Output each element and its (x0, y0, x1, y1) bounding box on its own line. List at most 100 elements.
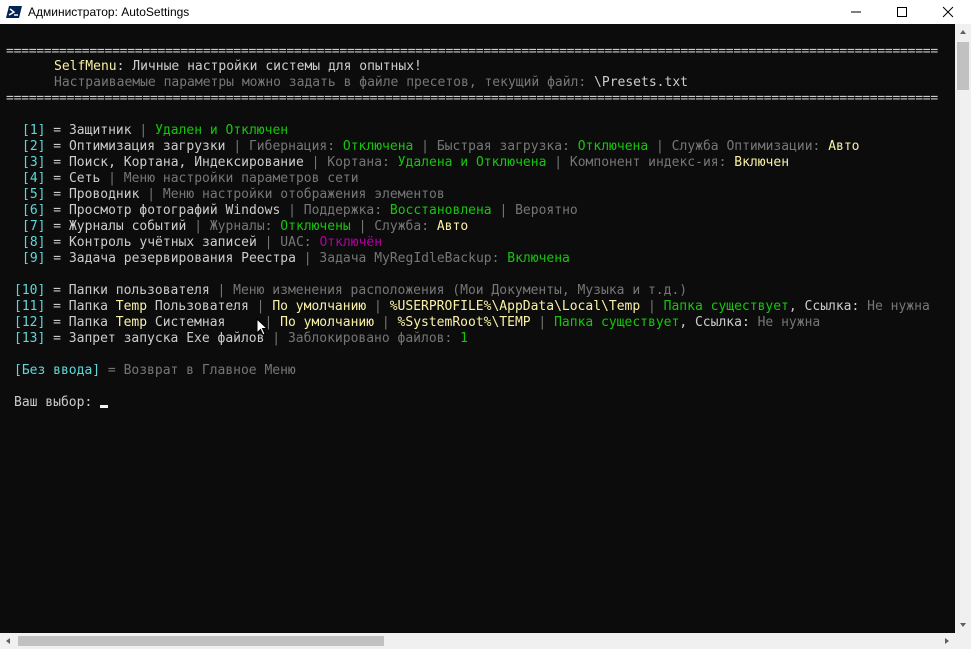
scroll-left-icon[interactable] (4, 637, 12, 645)
menu-item-2: [2] = Оптимизация загрузки | Гибернация:… (22, 139, 860, 155)
console-text-segment: | Служба Оптимизации: (648, 139, 829, 154)
scroll-right-icon[interactable] (943, 637, 951, 645)
console-text-segment: | (530, 315, 555, 330)
console-text-segment: [7] (22, 219, 46, 234)
console-text-segment: Системная (147, 315, 265, 330)
console-text-segment: [Без ввода] (14, 363, 101, 378)
console-text-segment: | (366, 299, 390, 314)
menu-item-13: [13] = Запрет запуска Exe файлов | Забло… (14, 331, 468, 347)
menu-item-1: [1] = Защитник | Удален и Отключен (22, 123, 288, 139)
menu-item-7: [7] = Журналы событий | Журналы: Отключе… (22, 219, 468, 235)
menu-item-4: [4] = Сеть | Меню настройки параметров с… (22, 171, 359, 187)
menu-item-6: [6] = Просмотр фотографий Windows | Подд… (22, 203, 578, 219)
console-text-segment: = Проводник (45, 187, 148, 202)
console-output[interactable]: ========================================… (0, 24, 955, 633)
menu-item-12: [12] = Папка Temp Системная | По умолчан… (14, 315, 820, 331)
console-text-segment: | Служба: (350, 219, 437, 234)
separator-line: ========================================… (6, 91, 938, 106)
vertical-scrollbar[interactable] (955, 24, 971, 633)
console-text-segment: Включена (507, 251, 570, 266)
back-option: [Без ввода] = Возврат в Главное Меню (14, 363, 296, 379)
console-text-segment: [5] (22, 187, 46, 202)
console-text-segment: = Папки пользователя (45, 283, 218, 298)
console-text-segment: = Журналы событий (45, 219, 195, 234)
console-text-segment: Удалена и Отключена (397, 155, 547, 170)
menu-item-5: [5] = Проводник | Меню настройки отображ… (22, 187, 445, 203)
console-text-segment: Авто (828, 139, 860, 154)
console-text-segment: , Ссылка: (679, 315, 758, 330)
console-text-segment: = Возврат в Главное Меню (100, 363, 296, 378)
console-text-segment: | Меню настройки параметров сети (108, 171, 359, 186)
console-text-segment: = Папка (45, 299, 116, 314)
selfmenu-desc: : Личные настройки системы для опытных! (116, 59, 422, 74)
powershell-icon (6, 6, 22, 18)
maximize-button[interactable] (879, 0, 925, 24)
console-text-segment: | (256, 299, 273, 314)
menu-item-9: [9] = Задача резервирования Реестра | За… (22, 251, 570, 267)
console-text-segment: | Заблокировано файлов: (272, 331, 461, 346)
prompt-label: Ваш выбор: (14, 395, 101, 410)
mouse-pointer-icon (256, 318, 268, 336)
menu-item-8: [8] = Контроль учётных записей | UAC: От… (22, 235, 382, 251)
console-text-segment: Удален и Отключен (155, 123, 289, 138)
console-text-segment: , Ссылка: (788, 299, 868, 314)
console-text-segment: %USERPROFILE%\AppData\Local\Temp (389, 299, 641, 314)
console-text-segment: Отключена (577, 139, 649, 154)
console-text-segment: Восстановлена (389, 203, 492, 218)
menu-item-11: [11] = Папка Temp Пользователя | По умол… (14, 299, 930, 315)
console-text-segment: = Задача резервирования Реестра (45, 251, 304, 266)
presets-file: \Presets.txt (594, 75, 688, 90)
maximize-icon (897, 7, 907, 17)
console-text-segment: [1] (22, 123, 46, 138)
console-text-segment: = Папка (45, 315, 116, 330)
presets-text: Настраиваемые параметры можно задать в ф… (54, 75, 595, 90)
console-text-segment: [3] (22, 155, 46, 170)
console-text-segment: | Гибернация: (233, 139, 343, 154)
window-title: Администратор: AutoSettings (28, 5, 190, 19)
console-text-segment: | Поддержка: (288, 203, 390, 218)
console-text-segment: Temp (115, 299, 148, 314)
console-text-segment: | (139, 123, 156, 138)
console-text-segment: [13] (14, 331, 46, 346)
console-text-segment: 1 (460, 331, 468, 346)
console-text-segment: Авто (436, 219, 469, 234)
menu-item-3: [3] = Поиск, Кортана, Индексирование | К… (22, 155, 789, 171)
console-text-segment: [6] (22, 203, 46, 218)
console-text-segment: По умолчанию (280, 315, 375, 330)
scrollbar-corner (955, 633, 971, 649)
console-text-segment: | UAC: (264, 235, 320, 250)
console-text-segment: [8] (22, 235, 46, 250)
scroll-down-icon[interactable] (959, 621, 967, 629)
horizontal-scroll-thumb[interactable] (18, 636, 384, 646)
horizontal-scrollbar[interactable] (0, 633, 955, 649)
console-text-segment: Отключены (280, 219, 351, 234)
console-text-segment: %SystemRoot%\TEMP (397, 315, 531, 330)
console-text-segment: = Оптимизация загрузки (45, 139, 234, 154)
header-line: SelfMenu: Личные настройки системы для о… (54, 59, 422, 75)
console-text-segment: = Сеть (45, 171, 109, 186)
menu-item-10: [10] = Папки пользователя | Меню изменен… (14, 283, 687, 299)
console-text-segment: Пользователя (147, 299, 257, 314)
console-text-segment: Не нужна (757, 315, 821, 330)
input-prompt[interactable]: Ваш выбор: (14, 395, 109, 411)
console-text-segment: = Запрет запуска Exe файлов (45, 331, 273, 346)
scroll-up-icon[interactable] (959, 28, 967, 36)
console-text-segment: | Меню изменения расположения (Мои Докум… (217, 283, 688, 298)
console-text-segment: | Компонент индекс-ия: (546, 155, 735, 170)
title-bar: Администратор: AutoSettings (0, 0, 971, 24)
console-text-segment: = Просмотр фотографий Windows (45, 203, 289, 218)
console-text-segment: | (640, 299, 664, 314)
close-icon (942, 6, 954, 18)
console-text-segment: = Защитник (45, 123, 140, 138)
console-text-segment: Temp (115, 315, 148, 330)
console-text-segment: | Быстрая загрузка: (413, 139, 578, 154)
vertical-scroll-thumb[interactable] (957, 42, 969, 90)
console-text-segment: Отключена (342, 139, 414, 154)
console-text-segment: Включен (734, 155, 790, 170)
console-text-segment: | Меню настройки отображения элементов (147, 187, 445, 202)
console-text-segment: [12] (14, 315, 46, 330)
close-button[interactable] (925, 0, 971, 24)
console-text-segment: По умолчанию (272, 299, 367, 314)
console-text-segment: Не нужна (867, 299, 930, 314)
minimize-button[interactable] (833, 0, 879, 24)
